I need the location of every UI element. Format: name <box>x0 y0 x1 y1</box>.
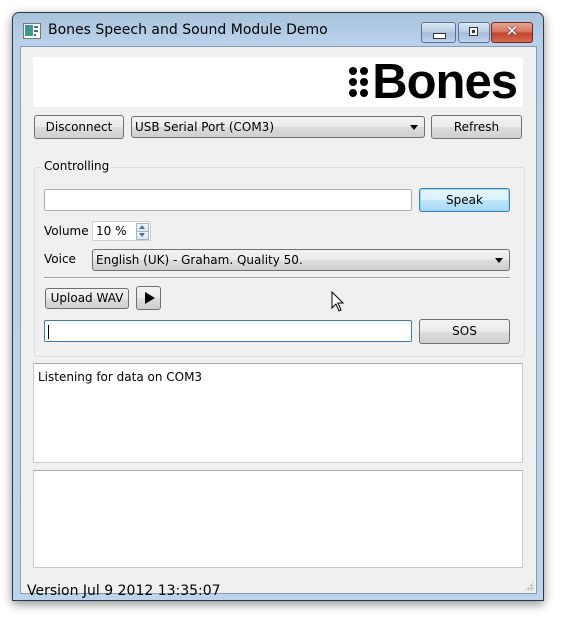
close-icon: ✕ <box>505 22 519 40</box>
log-text: Listening for data on COM3 <box>38 370 203 384</box>
volume-value: 10 % <box>96 224 127 238</box>
voice-select[interactable]: English (UK) - Graham. Quality 50. <box>92 249 510 271</box>
output-textarea[interactable] <box>33 470 523 568</box>
logo-text: Bones <box>372 55 518 109</box>
volume-label: Volume <box>44 224 89 238</box>
chevron-down-icon <box>495 258 503 263</box>
play-button[interactable] <box>136 286 161 310</box>
logo-banner: Bones <box>33 57 523 107</box>
braille-dots-icon <box>349 67 369 97</box>
play-icon <box>145 292 155 304</box>
refresh-button[interactable]: Refresh <box>431 115 522 139</box>
minimize-button[interactable] <box>421 22 456 43</box>
serial-port-select[interactable]: USB Serial Port (COM3) <box>131 116 425 138</box>
sos-text-input[interactable] <box>44 320 412 342</box>
disconnect-button[interactable]: Disconnect <box>34 115 124 139</box>
separator <box>44 277 510 279</box>
volume-spinbox[interactable]: 10 % <box>92 221 151 241</box>
app-window-icon <box>23 23 41 39</box>
upload-wav-button[interactable]: Upload WAV <box>45 288 129 309</box>
resize-grip-icon[interactable] <box>524 581 534 591</box>
app-window: Bones Speech and Sound Module Demo ✕ Bon… <box>12 12 544 601</box>
voice-value: English (UK) - Graham. Quality 50. <box>96 253 303 267</box>
volume-decrease-button[interactable] <box>136 231 149 240</box>
close-button[interactable]: ✕ <box>491 22 533 43</box>
speak-button[interactable]: Speak <box>419 188 510 212</box>
speak-text-input[interactable] <box>44 189 412 211</box>
minimize-icon <box>433 33 446 39</box>
title-bar[interactable]: Bones Speech and Sound Module Demo ✕ <box>13 13 543 46</box>
voice-label: Voice <box>44 252 76 266</box>
client-area: Bones Disconnect USB Serial Port (COM3) … <box>20 46 537 599</box>
sos-button[interactable]: SOS <box>419 319 510 344</box>
window-title: Bones Speech and Sound Module Demo <box>48 22 328 38</box>
mouse-pointer-icon <box>331 290 345 312</box>
controlling-group-label: Controlling <box>42 159 112 173</box>
maximize-button[interactable] <box>458 22 490 43</box>
version-label: Version Jul 9 2012 13:35:07 <box>27 583 221 599</box>
bones-logo: Bones <box>349 55 518 109</box>
restore-icon <box>469 27 478 36</box>
log-textarea[interactable]: Listening for data on COM3 <box>33 363 523 463</box>
serial-port-value: USB Serial Port (COM3) <box>135 120 274 134</box>
text-caret <box>48 325 49 339</box>
chevron-down-icon <box>410 125 418 130</box>
